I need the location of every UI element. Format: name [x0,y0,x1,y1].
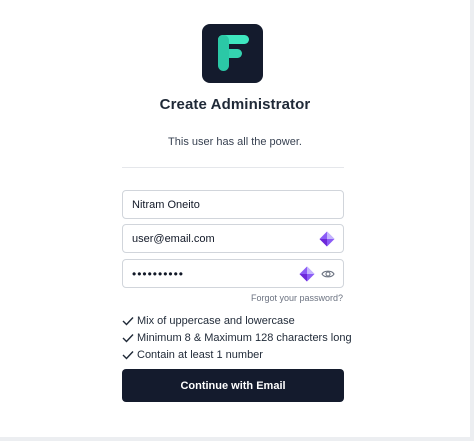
page-title: Create Administrator [159,96,311,113]
check-icon [122,316,134,326]
diamond-extension-icon[interactable] [299,266,315,282]
password-requirements: Mix of uppercase and lowercase Minimum 8… [122,312,352,363]
password-input[interactable] [132,260,302,287]
email-field[interactable] [122,224,344,253]
requirement-item: Minimum 8 & Maximum 128 characters long [122,329,352,346]
requirement-item: Mix of uppercase and lowercase [122,312,352,329]
password-field[interactable] [122,259,344,288]
check-icon [122,333,134,343]
app-logo [202,24,263,83]
f-logo-icon [218,35,249,71]
check-icon [122,350,134,360]
window-edge-right [470,0,474,441]
name-input[interactable] [132,191,302,218]
divider [122,167,344,168]
email-input[interactable] [132,225,302,252]
forgot-password-link[interactable]: Forgot your password? [251,293,343,303]
window-edge-bottom [0,437,474,441]
name-field[interactable] [122,190,344,219]
requirement-label: Minimum 8 & Maximum 128 characters long [137,331,352,344]
eye-icon[interactable] [321,268,335,280]
diamond-extension-icon[interactable] [319,231,335,247]
requirement-label: Mix of uppercase and lowercase [137,314,295,327]
page-subtitle: This user has all the power. [168,136,302,148]
continue-with-email-button[interactable]: Continue with Email [122,369,344,402]
requirement-item: Contain at least 1 number [122,346,352,363]
requirement-label: Contain at least 1 number [137,348,263,361]
